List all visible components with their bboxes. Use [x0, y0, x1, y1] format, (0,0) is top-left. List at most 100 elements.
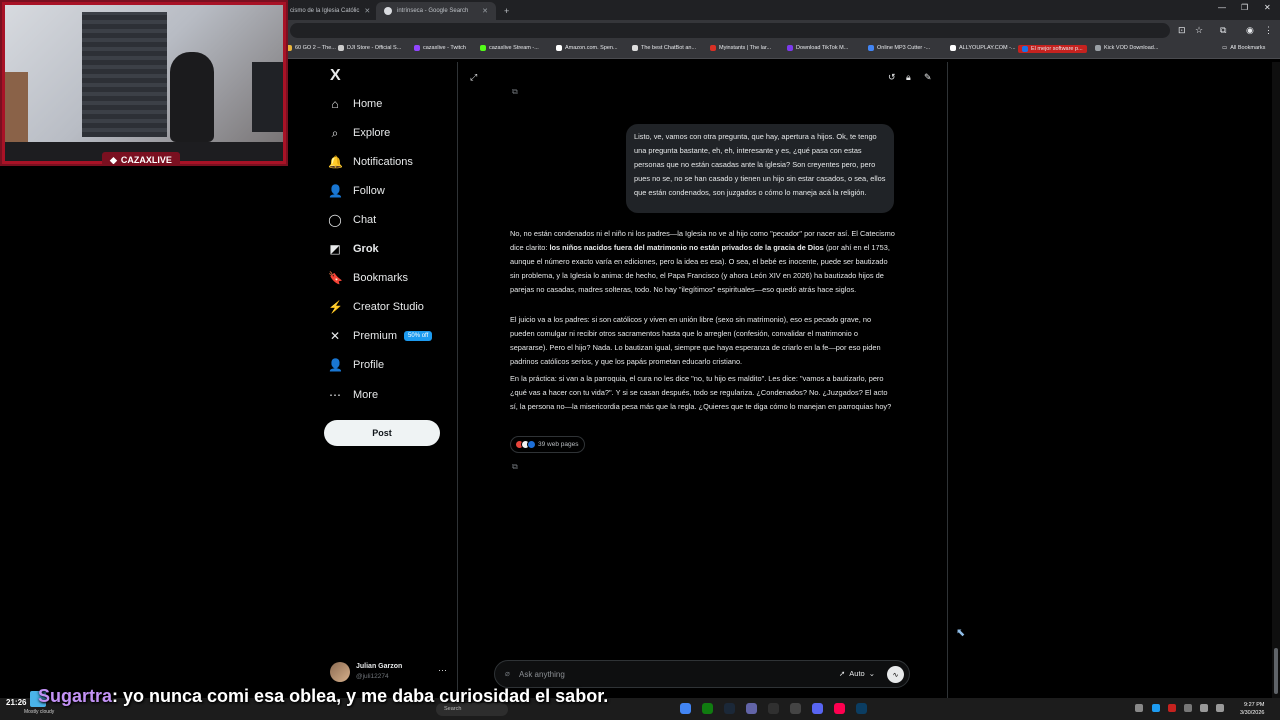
composer: ⌀ ➚ Auto ⌄ ∿	[494, 660, 910, 688]
bookmark-item[interactable]: 60 GO 2 – The...	[286, 45, 336, 51]
chrome-icon[interactable]	[680, 703, 691, 714]
attach-icon[interactable]: ⌀	[505, 669, 510, 678]
clock-time: 9:27 PM	[1243, 702, 1265, 708]
person-icon: 👤	[328, 358, 343, 372]
sidebar-item-label: Follow	[353, 185, 385, 197]
tray-icon[interactable]	[1152, 704, 1160, 712]
mode-label: Auto	[849, 669, 865, 678]
answer-bold-text: los niños nacidos fuera del matrimonio n…	[549, 242, 824, 252]
profile-icon[interactable]: ◉	[1246, 25, 1254, 36]
bookmark-favicon-icon	[632, 45, 638, 51]
close-tab-icon[interactable]: ✕	[364, 7, 370, 15]
sidebar-item-notifications[interactable]: 🔔 Notifications	[328, 151, 413, 173]
all-bookmarks-label: All Bookmarks	[1230, 45, 1266, 51]
sidebar-item-grok[interactable]: ◩ Grok	[328, 238, 378, 260]
close-window-icon[interactable]: ✕	[1264, 3, 1271, 12]
extensions-icon[interactable]: ⧉	[1220, 25, 1226, 36]
chevron-down-icon: ⌄	[868, 669, 876, 678]
chat-text: : yo nunca comi esa oblea, y me daba cur…	[112, 686, 609, 706]
taskbar-clock[interactable]: 9:27 PM 3/30/2026	[1240, 701, 1264, 717]
sidebar-item-creator-studio[interactable]: ⚡ Creator Studio	[328, 296, 424, 318]
bookmark-label: Myinstants | The lar...	[719, 45, 772, 51]
bookmark-favicon-icon	[338, 45, 344, 51]
browser-tab-active[interactable]: intrínseca - Google Search ✕	[376, 2, 496, 20]
bookmark-item[interactable]: Myinstants | The lar...	[710, 45, 771, 51]
new-chat-icon[interactable]: ✎	[924, 72, 932, 83]
bookmark-label: Amazon.com. Spen...	[565, 45, 618, 51]
tray-icon[interactable]	[1168, 704, 1176, 712]
sources-label: 39 web pages	[538, 441, 579, 448]
bookmark-item[interactable]: Online MP3 Cutter -...	[868, 45, 930, 51]
sidebar-item-bookmarks[interactable]: 🔖 Bookmarks	[328, 267, 408, 289]
wifi-icon[interactable]	[1216, 704, 1224, 712]
bookmark-label: DJI Store - Official S...	[347, 45, 402, 51]
ask-input[interactable]	[517, 667, 797, 681]
sidebar-item-label: Chat	[353, 214, 377, 226]
sidebar-item-chat[interactable]: ◯ Chat	[328, 209, 376, 231]
sidebar-item-premium[interactable]: ✕ Premium 50% off	[328, 325, 433, 347]
scrollbar[interactable]	[1272, 62, 1280, 698]
bookmark-item[interactable]: Kick VOD Download...	[1095, 45, 1158, 51]
sidebar-item-follow[interactable]: 👤 Follow	[328, 180, 385, 202]
sidebar-item-home[interactable]: ⌂ Home	[328, 93, 382, 115]
bookmark-item[interactable]: The best ChatBot an...	[632, 45, 696, 51]
copy-icon[interactable]: ⧉	[512, 87, 518, 97]
maximize-icon[interactable]: ❐	[1241, 3, 1248, 12]
sidebar-item-more[interactable]: ⋯ More	[328, 384, 378, 406]
chat-bubble-icon: ◯	[328, 213, 342, 227]
tray-icon[interactable]	[1184, 704, 1192, 712]
minimize-icon[interactable]: —	[1218, 3, 1226, 12]
steam-icon[interactable]	[724, 703, 735, 714]
source-favicon-icon	[527, 440, 536, 449]
menu-dots-icon[interactable]: ⋮	[1264, 25, 1273, 36]
sidebar-item-explore[interactable]: ⌕ Explore	[328, 122, 391, 144]
new-tab-button[interactable]: +	[496, 2, 514, 20]
x-logo[interactable]: X	[330, 67, 341, 85]
account-switcher[interactable]: Julian Garzon @juli12274 ···	[328, 660, 458, 686]
all-bookmarks-button[interactable]: ▭ All Bookmarks	[1222, 45, 1265, 51]
browser-tab[interactable]: cismo de la Iglesia Católic ✕	[282, 2, 374, 20]
address-bar[interactable]	[290, 23, 1170, 38]
sidebar-item-profile[interactable]: 👤 Profile	[328, 354, 384, 376]
user-message-bubble: Listo, ve, vamos con otra pregunta, que …	[626, 124, 894, 213]
bookmark-item[interactable]: Download TikTok M...	[787, 45, 848, 51]
mode-selector[interactable]: ➚ Auto ⌄	[839, 669, 875, 678]
obs-icon[interactable]	[768, 703, 779, 714]
bell-icon: 🔔	[328, 155, 343, 169]
history-icon[interactable]: ↺	[888, 72, 896, 83]
private-chat-icon[interactable]: 🔒︎	[906, 72, 911, 83]
scrollbar-thumb[interactable]	[1274, 648, 1278, 694]
expand-icon[interactable]: ⤢	[470, 72, 477, 83]
discord-icon[interactable]	[812, 703, 823, 714]
bookmark-item[interactable]: Amazon.com. Spen...	[556, 45, 618, 51]
web-sources-button[interactable]: 39 web pages	[510, 436, 586, 453]
bookmark-label: Online MP3 Cutter -...	[877, 45, 931, 51]
close-tab-icon[interactable]: ✕	[482, 7, 488, 15]
voice-mode-button[interactable]: ∿	[887, 666, 904, 683]
install-app-icon[interactable]: ⊡	[1178, 25, 1186, 36]
sidebar-item-label: More	[353, 389, 379, 401]
google-favicon-icon	[384, 7, 392, 15]
volume-icon[interactable]	[1200, 704, 1208, 712]
sidebar-item-label: Creator Studio	[353, 301, 424, 313]
mouse-cursor-icon: ⬉	[956, 627, 966, 639]
tray-icon[interactable]	[1135, 704, 1143, 712]
bookmark-item[interactable]: cazaxlive - Twitch	[414, 45, 466, 51]
search-icon: ⌕	[331, 125, 339, 140]
copy-icon[interactable]: ⧉	[512, 462, 518, 472]
app-icon[interactable]	[746, 703, 757, 714]
bookmark-item[interactable]: El mejor software p...	[1018, 45, 1087, 53]
bookmark-item[interactable]: DJI Store - Official S...	[338, 45, 401, 51]
app-icon[interactable]	[856, 703, 867, 714]
star-icon[interactable]: ☆	[1195, 25, 1203, 36]
app-icon[interactable]	[790, 703, 801, 714]
logo-emblem-icon: ◆	[110, 154, 117, 165]
bookmark-item[interactable]: cazaxlive Stream -...	[480, 45, 539, 51]
more-dots-icon[interactable]: ···	[438, 665, 447, 675]
tab-title: intrínseca - Google Search	[397, 8, 469, 14]
streamer-brand: CAZAXLIVE	[120, 155, 172, 165]
bookmark-item[interactable]: ALLYOUPLAY.COM -...	[950, 45, 1016, 51]
xbox-icon[interactable]	[702, 703, 713, 714]
post-button[interactable]: Post	[324, 420, 440, 446]
tiktok-icon[interactable]	[834, 703, 845, 714]
